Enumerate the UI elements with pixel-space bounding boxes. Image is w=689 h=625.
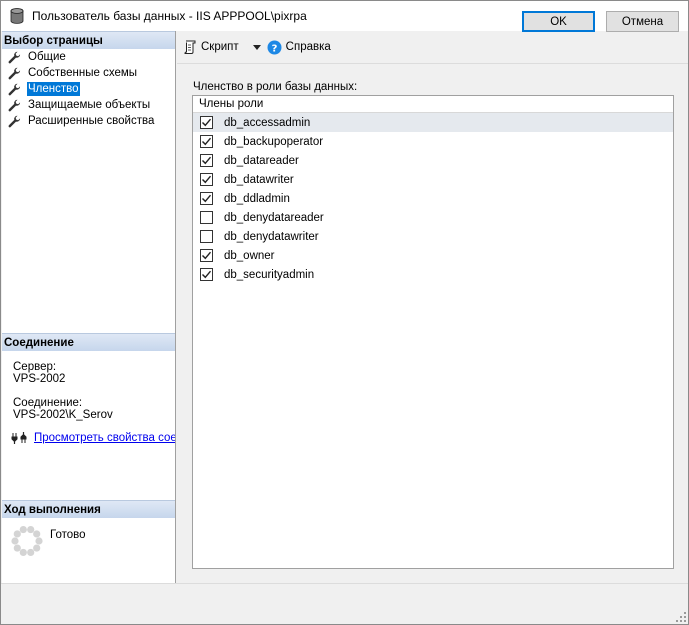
role-row[interactable]: db_securityadmin xyxy=(193,265,673,284)
script-dropdown-button[interactable] xyxy=(252,41,261,53)
wrench-icon xyxy=(8,83,21,96)
role-name: db_securityadmin xyxy=(224,268,315,281)
role-row[interactable]: db_denydatareader xyxy=(193,208,673,227)
wrench-icon xyxy=(8,67,21,80)
role-name: db_denydatareader xyxy=(224,211,324,224)
role-name: db_owner xyxy=(224,249,275,262)
nav-item-label: Расширенные свойства xyxy=(28,115,155,127)
wrench-icon xyxy=(8,99,21,112)
role-checkbox[interactable] xyxy=(200,211,213,224)
view-connection-properties[interactable]: Просмотреть свойства соед xyxy=(11,431,175,445)
role-checkbox[interactable] xyxy=(200,154,213,167)
select-page-header: Выбор страницы xyxy=(2,31,175,49)
nav-item-2[interactable]: Членство xyxy=(2,81,175,97)
server-value: VPS-2002 xyxy=(13,373,66,385)
help-label: Справка xyxy=(285,41,331,53)
nav-item-4[interactable]: Расширенные свойства xyxy=(2,113,175,129)
plug-icon xyxy=(11,431,27,445)
nav-item-label: Собственные схемы xyxy=(28,67,138,79)
role-row[interactable]: db_accessadmin xyxy=(193,113,673,132)
role-checkbox[interactable] xyxy=(200,268,213,281)
svg-text:?: ? xyxy=(271,43,277,54)
role-name: db_backupoperator xyxy=(224,135,324,148)
role-name: db_ddladmin xyxy=(224,192,290,205)
grid-column-header[interactable]: Члены роли xyxy=(193,96,673,113)
cancel-button[interactable]: Отмена xyxy=(606,11,679,32)
role-row[interactable]: db_backupoperator xyxy=(193,132,673,151)
nav-item-1[interactable]: Собственные схемы xyxy=(2,65,175,81)
role-row[interactable]: db_datawriter xyxy=(193,170,673,189)
membership-group-label: Членство в роли базы данных: xyxy=(193,81,358,93)
role-name: db_denydatawriter xyxy=(224,230,319,243)
role-checkbox[interactable] xyxy=(200,173,213,186)
window-title: Пользователь базы данных - IIS APPPOOL\p… xyxy=(32,9,307,23)
help-icon: ? xyxy=(267,40,282,54)
chevron-down-icon xyxy=(252,45,261,50)
left-pane: Выбор страницы Общие Собственные схемы Чле… xyxy=(2,31,176,583)
role-name: db_datareader xyxy=(224,154,299,167)
connection-value: VPS-2002\K_Serov xyxy=(13,409,113,421)
role-row[interactable]: db_owner xyxy=(193,246,673,265)
connection-label: Соединение: xyxy=(13,397,83,409)
role-name: db_accessadmin xyxy=(224,116,311,129)
script-icon xyxy=(184,40,196,54)
script-label: Скрипт xyxy=(201,41,239,53)
connection-header: Соединение xyxy=(2,333,175,351)
role-checkbox[interactable] xyxy=(200,249,213,262)
nav-item-label: Членство xyxy=(27,82,80,96)
role-row[interactable]: db_datareader xyxy=(193,151,673,170)
membership-page: Членство в роли базы данных: Члены роли … xyxy=(178,64,688,583)
wrench-icon xyxy=(8,51,21,64)
nav-item-3[interactable]: Защищаемые объекты xyxy=(2,97,175,113)
role-checkbox[interactable] xyxy=(200,135,213,148)
button-bar xyxy=(1,583,688,624)
nav-item-label: Защищаемые объекты xyxy=(28,99,151,111)
nav-item-label: Общие xyxy=(28,51,66,63)
wrench-icon xyxy=(8,115,21,128)
progress-spinner-icon xyxy=(10,524,44,558)
resize-grip-icon[interactable] xyxy=(676,612,686,622)
view-connection-properties-link[interactable]: Просмотреть свойства соед xyxy=(34,432,175,444)
page-nav-list: Общие Собственные схемы Членство Защищаемые… xyxy=(2,49,175,129)
role-checkbox[interactable] xyxy=(200,116,213,129)
database-icon xyxy=(10,8,24,24)
dialog-window: Пользователь базы данных - IIS APPPOOL\p… xyxy=(0,0,689,625)
role-row[interactable]: db_ddladmin xyxy=(193,189,673,208)
nav-item-0[interactable]: Общие xyxy=(2,49,175,65)
toolbar: Скрипт ? Справка xyxy=(177,31,688,63)
role-name: db_datawriter xyxy=(224,173,294,186)
role-checkbox[interactable] xyxy=(200,192,213,205)
script-button[interactable]: Скрипт xyxy=(183,40,239,54)
role-members-grid[interactable]: Члены роли db_accessadmin db_backupoperat… xyxy=(192,95,674,569)
progress-header: Ход выполнения xyxy=(2,500,175,518)
role-row[interactable]: db_denydatawriter xyxy=(193,227,673,246)
progress-status: Готово xyxy=(50,529,86,541)
help-button[interactable]: ? Справка xyxy=(267,40,331,55)
server-label: Сервер: xyxy=(13,361,57,373)
role-checkbox[interactable] xyxy=(200,230,213,243)
ok-button[interactable]: OK xyxy=(522,11,595,32)
role-rows: db_accessadmin db_backupoperator db_datare… xyxy=(193,113,673,284)
